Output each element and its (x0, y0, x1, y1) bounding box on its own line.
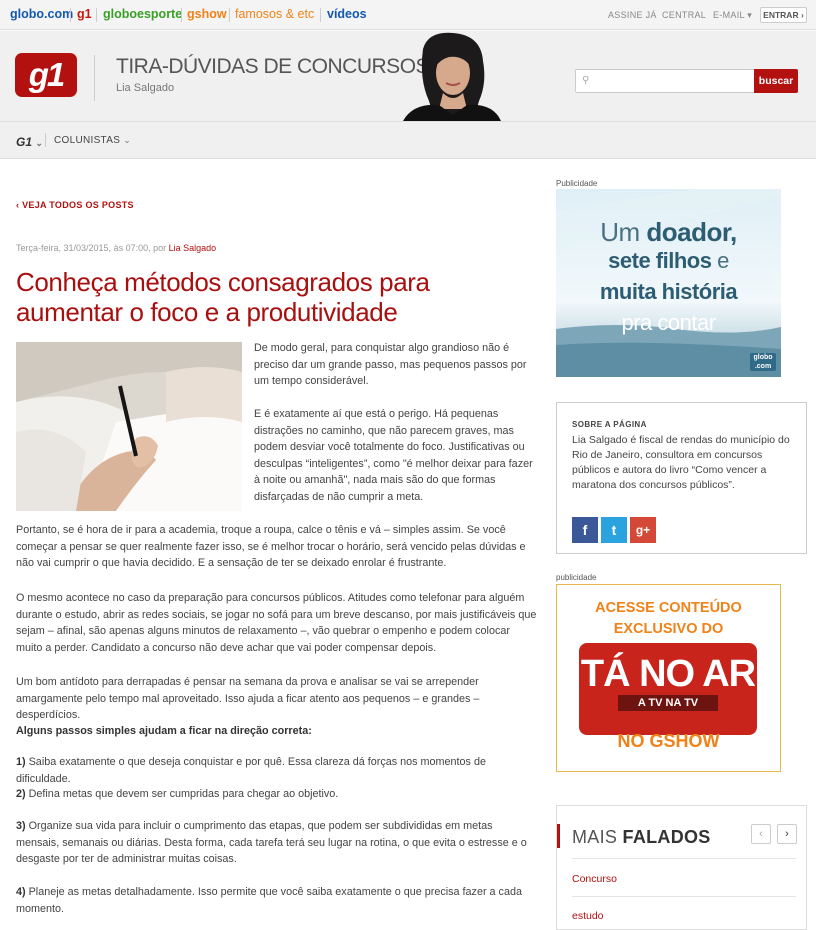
email-link[interactable]: E-MAIL ▾ (713, 10, 752, 21)
post-author-link[interactable]: Lia Salgado (169, 243, 217, 253)
paragraph-1: De modo geral, para conquistar algo gran… (254, 342, 527, 387)
next-arrow-icon[interactable]: › (777, 824, 797, 844)
paragraph-4: O mesmo acontece no caso da preparação p… (16, 592, 537, 654)
ad-label-1: Publicidade (556, 179, 598, 188)
nav-colunistas-menu[interactable]: COLUNISTAS ⌄ (54, 135, 131, 146)
article-title: Conheça métodos consagrados para aumenta… (16, 267, 430, 327)
step-1: 1) Saiba exatamente o que deseja conquis… (16, 756, 486, 785)
accent-bar (557, 824, 560, 848)
global-top-bar: globo.com g1 globoesporte gshow famosos … (0, 0, 816, 30)
g1-link[interactable]: g1 (77, 7, 92, 21)
search-button[interactable]: buscar (754, 69, 798, 93)
chevron-down-icon: ⌄ (123, 135, 132, 145)
step-3: 3) Organize sua vida para incluir o cump… (16, 820, 527, 865)
mais-falados-box: MAIS FALADOS ‹ › Concurso estudo (556, 805, 807, 930)
about-text: Lia Salgado é fiscal de rendas do municí… (572, 434, 790, 491)
ad-banner-doador[interactable]: Um doador, sete filhos e muita história … (556, 189, 781, 377)
chevron-left-icon: ‹ (16, 200, 20, 210)
steps-heading: Alguns passos simples ajudam a ficar na … (16, 725, 312, 737)
main-nav: G1 ⌄ COLUNISTAS ⌄ (0, 121, 816, 159)
back-to-posts-link[interactable]: ‹ VEJA TODOS OS POSTS (16, 200, 134, 210)
blog-author: Lia Salgado (116, 82, 175, 94)
post-meta: Terça-feira, 31/03/2015, às 07:00, por L… (16, 243, 217, 253)
paragraph-3: Portanto, se é hora de ir para a academi… (16, 524, 526, 569)
ta-no-ar-logo: TÁ NO AR A TV NA TV (579, 643, 757, 735)
google-plus-icon[interactable]: g+ (630, 517, 656, 543)
ad-banner-ta-no-ar[interactable]: ACESSE CONTEÚDO EXCLUSIVO DO TÁ NO AR A … (556, 584, 781, 772)
mais-falados-item-2[interactable]: estudo (572, 910, 604, 922)
search-icon: ⚲ (582, 75, 590, 86)
chevron-right-icon: › (800, 10, 804, 20)
gshow-link[interactable]: gshow (187, 7, 227, 21)
about-page-box: SOBRE A PÁGINA Lia Salgado é fiscal de r… (556, 402, 807, 554)
prev-arrow-icon[interactable]: ‹ (751, 824, 771, 844)
entrar-button[interactable]: ENTRAR › (760, 7, 807, 23)
step-4: 4) Planeje as metas detalhadamente. Isso… (16, 886, 522, 915)
g1-logo[interactable]: g1 (15, 53, 77, 97)
search-input[interactable] (594, 73, 752, 89)
step-2: 2) Defina metas que devem ser cumpridas … (16, 788, 339, 800)
famosos-link[interactable]: famosos & etc (235, 7, 314, 21)
blog-header: g1 TIRA-DÚVIDAS DE CONCURSOS Lia Salgado… (0, 31, 816, 121)
mais-falados-item-1[interactable]: Concurso (572, 873, 617, 885)
author-portrait (403, 32, 501, 121)
chevron-down-icon: ⌄ (35, 138, 43, 148)
nav-divider (45, 133, 46, 147)
globoesporte-link[interactable]: globoesporte (103, 7, 182, 21)
assine-ja-link[interactable]: ASSINE JÁ (608, 10, 657, 20)
search-box: ⚲ (575, 69, 755, 93)
header-divider (94, 55, 95, 101)
facebook-icon[interactable]: f (572, 517, 598, 543)
paragraph-5: Um bom antídoto para derrapadas é pensar… (16, 676, 480, 721)
globo-com-link[interactable]: globo.com (10, 7, 73, 21)
mais-falados-title: MAIS FALADOS (572, 827, 711, 847)
twitter-icon[interactable]: t (601, 517, 627, 543)
ad-label-2: publicidade (556, 573, 597, 582)
videos-link[interactable]: vídeos (327, 7, 367, 21)
about-heading: SOBRE A PÁGINA (572, 420, 647, 429)
nav-g1-menu[interactable]: G1 ⌄ (16, 135, 43, 149)
globo-com-badge: globo .com (750, 353, 776, 371)
paragraph-2: E é exatamente aí que está o perigo. Há … (254, 408, 533, 503)
central-link[interactable]: CENTRAL (662, 10, 706, 20)
chevron-down-icon: ▾ (747, 10, 753, 20)
article-image-writing-hand (16, 342, 242, 511)
